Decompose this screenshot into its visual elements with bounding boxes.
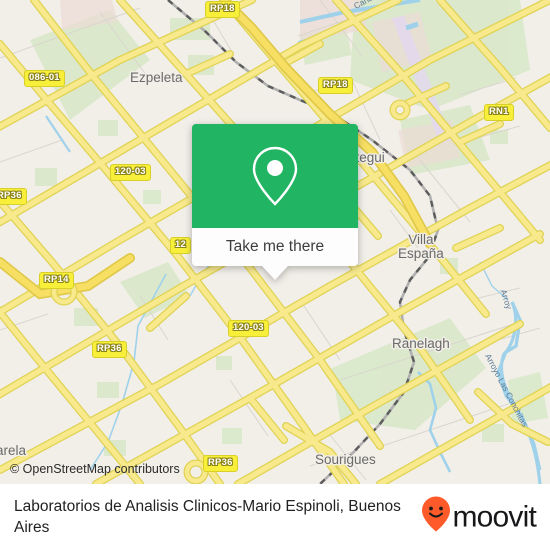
place-label: arela [0, 443, 26, 458]
place-label-line: Sourigues [315, 452, 376, 467]
place-label: Ranelagh [392, 336, 450, 351]
place-label: Ezpeleta [130, 70, 183, 85]
popup-header [192, 124, 358, 228]
take-me-there-label: Take me there [225, 238, 325, 255]
place-label-line: España [398, 246, 444, 261]
destination-popup[interactable]: Take me there [192, 124, 358, 280]
place-label-line: Villa [408, 232, 434, 247]
road-shield: RP14 [39, 272, 74, 289]
road-shield: RP18 [318, 77, 353, 94]
road-shield: RP36 [92, 341, 127, 358]
place-label-line: arela [0, 443, 27, 458]
road-shield: RP18 [205, 1, 240, 18]
road-shield: 12 [170, 237, 191, 254]
take-me-there-button[interactable]: Take me there [192, 228, 358, 266]
popup-pointer [262, 266, 288, 280]
road-shield: 120-03 [110, 164, 151, 181]
moovit-brand[interactable]: moovit [421, 496, 537, 539]
road-shield: RP36 [203, 455, 238, 472]
bottom-info-bar: Laboratorios de Analisis Clinicos-Mario … [0, 484, 550, 550]
moovit-wordmark: moovit [452, 500, 536, 533]
road-shield: RN1 [484, 104, 514, 121]
osm-attribution[interactable]: © OpenStreetMap contributors [10, 462, 180, 476]
screenshot-root: RP18 086-01 RP18 RN1 120-03 RP36 12 RP14 120-03 R… [0, 0, 550, 550]
road-shield: 086-01 [24, 70, 65, 87]
place-label: Sourigues [315, 452, 376, 467]
place-label: Villa España [398, 233, 444, 261]
place-label-line: Ezpeleta [130, 70, 183, 85]
moovit-pin-icon [421, 496, 451, 539]
map-pin-icon [251, 144, 299, 208]
map-viewport[interactable]: RP18 086-01 RP18 RN1 120-03 RP36 12 RP14 120-03 R… [0, 0, 550, 484]
location-title: Laboratorios de Analisis Clinicos-Mario … [14, 498, 401, 536]
place-label-line: Ranelagh [392, 336, 450, 351]
road-shield: RP36 [0, 188, 27, 205]
road-shield: 120-03 [228, 320, 269, 337]
